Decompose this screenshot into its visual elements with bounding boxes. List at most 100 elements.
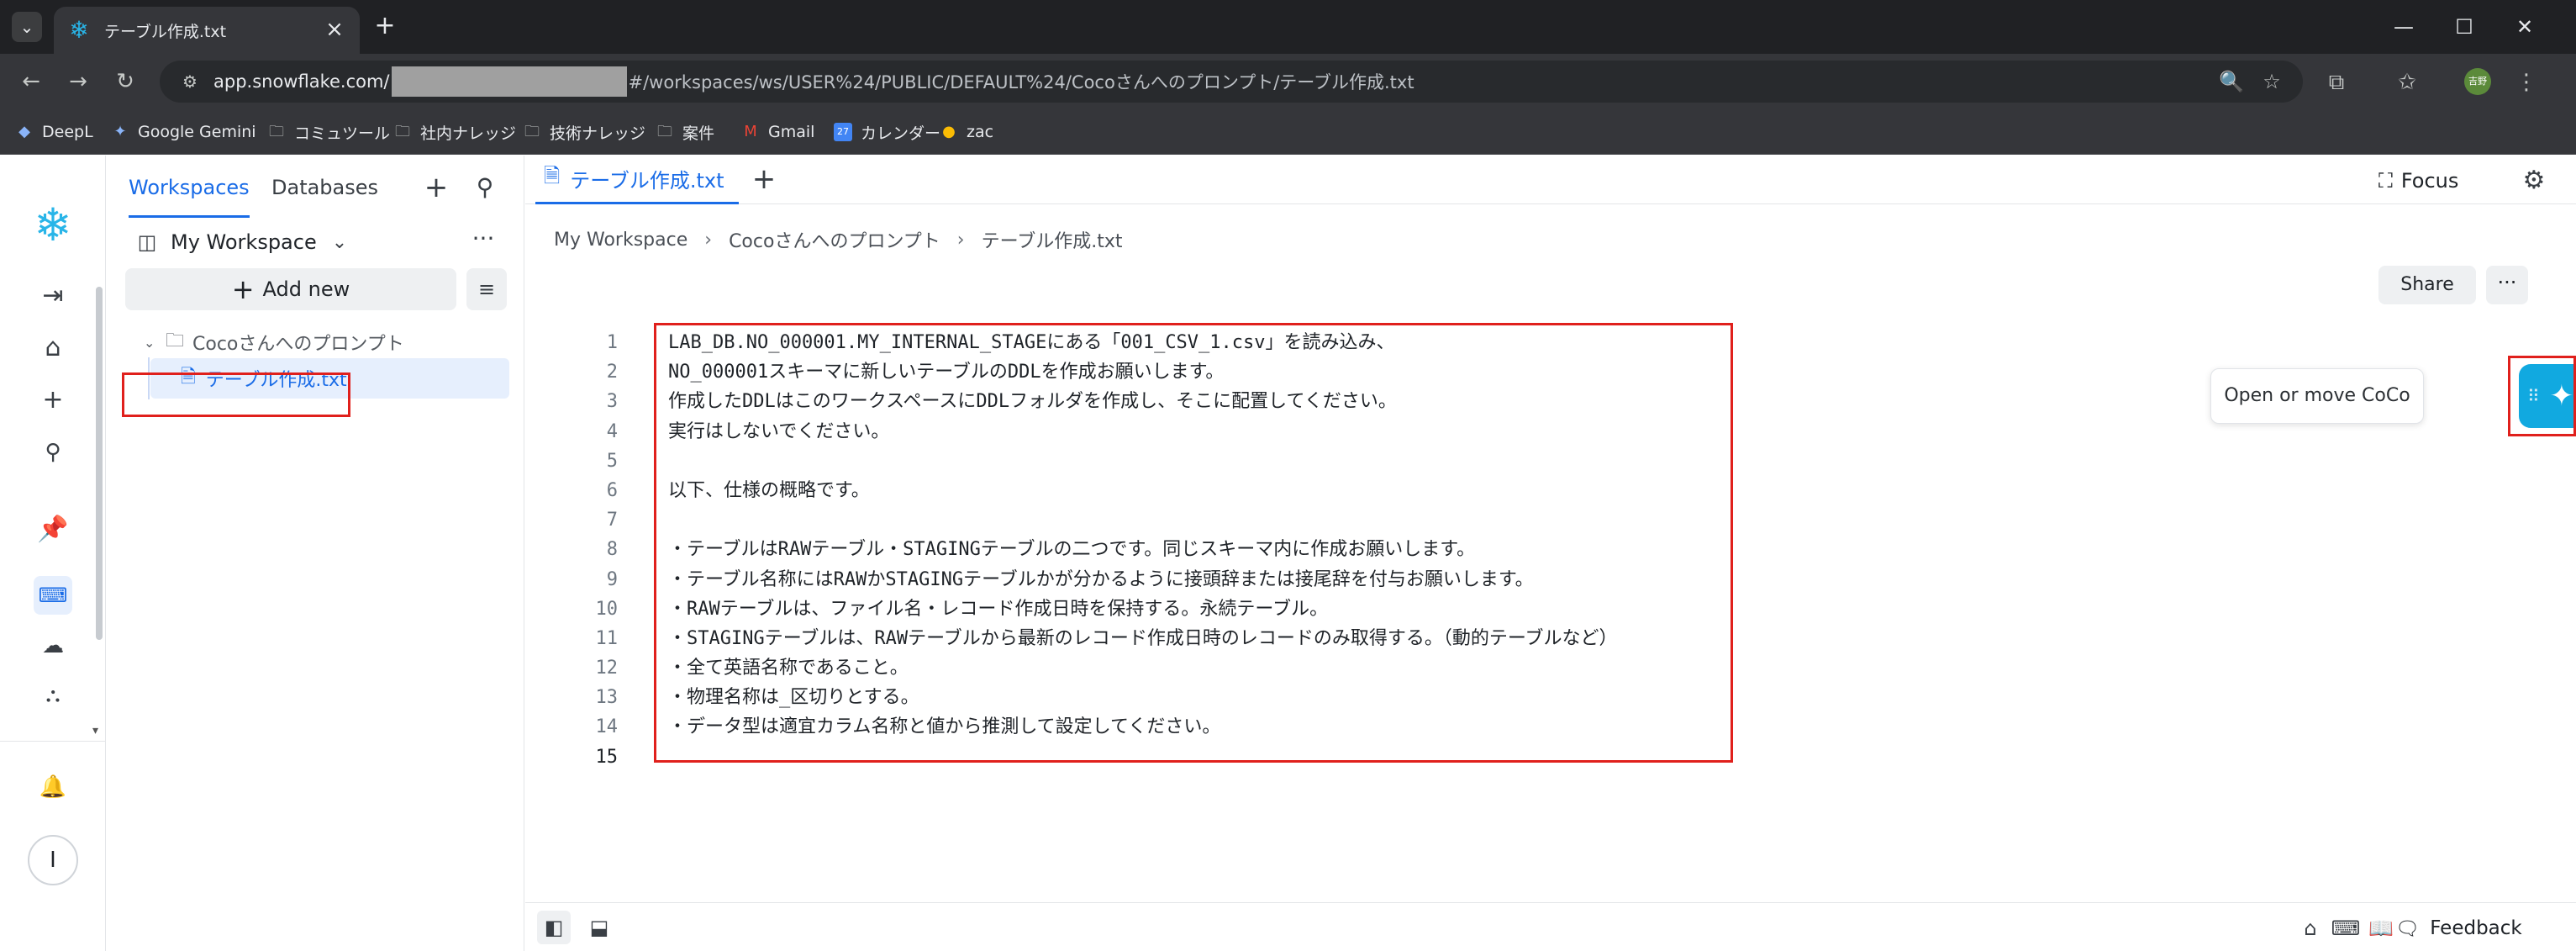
tab-databases[interactable]: Databases xyxy=(271,171,378,218)
rail-scrollbar[interactable] xyxy=(96,287,103,640)
forward-arrow-icon[interactable]: → xyxy=(61,64,96,99)
url-redacted-block xyxy=(391,66,627,97)
bookmark-folder-comm-tools[interactable]: 🗀 コミュツール xyxy=(267,118,390,146)
code-line[interactable]: 5 xyxy=(525,446,2576,476)
browser-toolbar: ← → ↻ ⚙ app.snowflake.com/ #/workspaces/… xyxy=(0,54,2576,109)
breadcrumb-folder[interactable]: Cocoさんへのプロンプト xyxy=(729,226,940,253)
breadcrumb-separator-icon: › xyxy=(956,229,965,251)
editor-file-tab[interactable]: 🗎 テーブル作成.txt xyxy=(535,156,739,204)
more-actions-button[interactable]: ··· xyxy=(2486,266,2528,304)
code-line[interactable]: 12 ・全て英語名称であること。 xyxy=(525,653,2576,683)
bookmark-gmail[interactable]: M Gmail xyxy=(741,118,814,146)
line-number: 9 xyxy=(606,568,618,590)
bookmark-folder-projects[interactable]: 🗀 案件 xyxy=(656,118,714,146)
code-line[interactable]: 15 xyxy=(525,742,2576,772)
tree-file-item[interactable]: 🗎 テーブル作成.txt xyxy=(150,358,509,399)
profile-avatar[interactable]: 吉野 xyxy=(2464,68,2491,95)
browser-tab-active[interactable]: ❄ テーブル作成.txt × xyxy=(54,7,360,54)
focus-button[interactable]: ⛶ Focus xyxy=(2378,164,2458,198)
drag-handle-icon[interactable]: ⠿ xyxy=(2527,386,2540,406)
data-upload-icon[interactable]: ☁ xyxy=(34,626,72,665)
close-window-icon[interactable]: ✕ xyxy=(2500,8,2550,45)
line-number: 1 xyxy=(606,332,618,353)
home-icon[interactable]: ⌂ xyxy=(2294,912,2326,944)
bookmark-folder-internal-knowledge[interactable]: 🗀 社内ナレッジ xyxy=(393,118,516,146)
add-new-button[interactable]: + Add new xyxy=(125,268,456,310)
editor-area: 🗎 テーブル作成.txt + ⛶ Focus ⚙ My Workspace › … xyxy=(525,156,2576,951)
bookmark-star-icon[interactable]: ☆ xyxy=(2257,67,2286,96)
file-icon: 🗎 xyxy=(544,164,561,188)
coco-button[interactable]: ⠿ ✦ xyxy=(2519,364,2576,428)
code-line[interactable]: 13 ・物理名称は_区切りとする。 xyxy=(525,683,2576,712)
data-products-icon[interactable]: ⛬ xyxy=(34,675,72,714)
feedback-label: Feedback xyxy=(2430,917,2522,939)
snowflake-app: ❄ ⇥ ⌂ + ⚲ 📌 ⌨ ☁ ⛬ ▾ 🔔 I Workspaces Datab… xyxy=(0,156,2576,951)
code-line[interactable]: 10 ・RAWテーブルは、ファイル名・レコード作成日時を保持する。永続テーブル。 xyxy=(525,594,2576,624)
sort-filter-icon[interactable]: ≡ xyxy=(466,268,507,310)
bookmark-zac[interactable]: ● zac xyxy=(940,118,993,146)
search-icon[interactable]: ⚲ xyxy=(34,433,72,472)
site-info-icon[interactable]: ⚙ xyxy=(176,71,203,92)
projects-icon[interactable]: ⌨ xyxy=(34,576,72,615)
code-line[interactable]: 9 ・テーブル名称にはRAWかSTAGINGテーブルかが分かるように接頭辞または接… xyxy=(525,565,2576,594)
code-line[interactable]: 7 xyxy=(525,505,2576,535)
docs-book-icon[interactable]: 📖 xyxy=(2365,912,2397,944)
code-line[interactable]: 8 ・テーブルはRAWテーブル・STAGINGテーブルの二つです。同じスキーマ内に… xyxy=(525,535,2576,564)
bookmark-deepl[interactable]: ◆ DeepL xyxy=(15,118,93,146)
feedback-button[interactable]: 🗨 Feedback xyxy=(2395,912,2522,944)
tab-workspaces[interactable]: Workspaces xyxy=(129,171,250,218)
workspace-selector[interactable]: ◫ My Workspace ⌄ xyxy=(125,218,359,267)
address-bar[interactable]: ⚙ app.snowflake.com/ #/workspaces/ws/USE… xyxy=(160,61,2303,103)
back-arrow-icon[interactable]: ← xyxy=(13,64,49,99)
new-tab-button[interactable]: + xyxy=(370,12,400,42)
toggle-bottom-panel-icon[interactable]: ⬓ xyxy=(582,911,616,944)
zac-icon: ● xyxy=(942,123,956,140)
pin-icon[interactable]: 📌 xyxy=(34,510,72,549)
create-icon[interactable]: + xyxy=(34,381,72,420)
more-options-icon[interactable]: ··· xyxy=(465,226,502,256)
extensions-icon[interactable]: ⧉ xyxy=(2320,66,2353,99)
folder-icon: 🗀 xyxy=(657,123,672,140)
zoom-icon[interactable]: 🔍 xyxy=(2217,67,2246,96)
share-button[interactable]: Share xyxy=(2378,266,2476,304)
toggle-side-panel-icon[interactable]: ◧ xyxy=(537,911,571,944)
code-line[interactable]: 6 以下、仕様の概略です。 xyxy=(525,476,2576,505)
search-icon[interactable]: ⚲ xyxy=(466,169,503,206)
snowflake-logo-icon[interactable]: ❄ xyxy=(30,203,76,248)
maximize-window-icon[interactable]: ☐ xyxy=(2439,8,2489,45)
settings-gear-icon[interactable]: ⚙ xyxy=(2517,164,2551,198)
bookmark-google-gemini[interactable]: ✦ Google Gemini xyxy=(111,118,255,146)
bookmark-folder-tech-knowledge[interactable]: 🗀 技術ナレッジ xyxy=(523,118,645,146)
user-avatar[interactable]: I xyxy=(28,835,78,885)
line-number: 6 xyxy=(606,479,618,501)
focus-expand-icon: ⛶ xyxy=(2378,169,2393,193)
expand-sidebar-icon[interactable]: ⇥ xyxy=(34,277,72,315)
editor-tab-bar: 🗎 テーブル作成.txt + ⛶ Focus ⚙ xyxy=(525,156,2576,204)
bookmarks-list-icon[interactable]: ✩ xyxy=(2390,66,2424,99)
workspace-side-panel: Workspaces Databases + ⚲ ◫ My Workspace … xyxy=(107,156,524,951)
minimize-window-icon[interactable]: — xyxy=(2378,8,2429,45)
browser-menu-icon[interactable]: ⋮ xyxy=(2510,66,2543,99)
notifications-bell-icon[interactable]: 🔔 xyxy=(34,768,72,806)
tree-folder-item[interactable]: ⌄ 🗀 Cocoさんへのプロンプト xyxy=(144,327,404,357)
code-line[interactable]: 11 ・STAGINGテーブルは、RAWテーブルから最新のレコード作成日時のレコー… xyxy=(525,624,2576,653)
bookmark-calendar[interactable]: 27 カレンダー xyxy=(834,118,940,146)
add-icon[interactable]: + xyxy=(418,169,455,206)
scroll-down-arrow-icon[interactable]: ▾ xyxy=(92,724,98,737)
tab-search-chevron-icon[interactable]: ⌄ xyxy=(12,12,42,42)
breadcrumb-workspace[interactable]: My Workspace xyxy=(554,230,687,251)
new-editor-tab-icon[interactable]: + xyxy=(745,161,782,198)
code-line[interactable]: 1 LAB_DB.NO_000001.MY_INTERNAL_STAGEにある「0… xyxy=(525,328,2576,357)
keyboard-shortcuts-icon[interactable]: ⌨ xyxy=(2330,912,2362,944)
reload-icon[interactable]: ↻ xyxy=(108,64,143,99)
line-number: 2 xyxy=(606,362,618,383)
close-tab-icon[interactable]: × xyxy=(323,18,346,42)
code-line-text: ・テーブルはRAWテーブル・STAGINGテーブルの二つです。同じスキーマ内に作… xyxy=(668,539,1476,561)
nav-rail: ❄ ⇥ ⌂ + ⚲ 📌 ⌨ ☁ ⛬ ▾ 🔔 I xyxy=(0,156,106,951)
code-line-text: NO_000001スキーマに新しいテーブルのDDLを作成お願いします。 xyxy=(668,362,1225,383)
folder-icon: 🗀 xyxy=(395,123,410,140)
bookmarks-bar: ◆ DeepL ✦ Google Gemini 🗀 コミュツール 🗀 社内ナレッ… xyxy=(0,109,2576,155)
feedback-icon: 🗨 xyxy=(2395,917,2421,940)
code-line[interactable]: 14 ・データ型は適宜カラム名称と値から推測して設定してください。 xyxy=(525,712,2576,742)
home-icon[interactable]: ⌂ xyxy=(34,329,72,367)
